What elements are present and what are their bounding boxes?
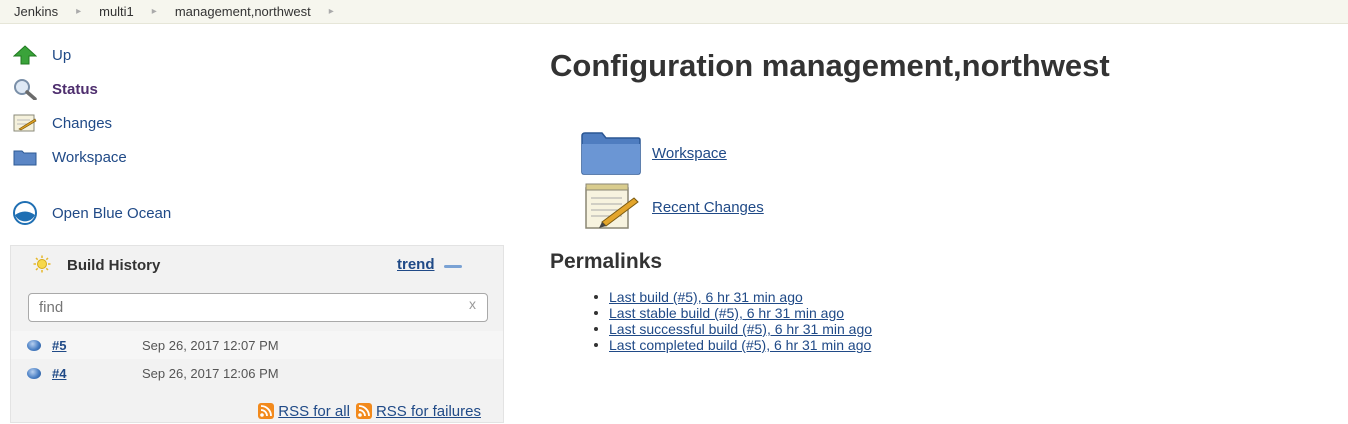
page-title: Configuration management,northwest: [550, 48, 1110, 83]
up-arrow-icon: [12, 43, 38, 67]
build-history-widget: Build History trend x #5 Sep 26, 2017 12…: [10, 245, 504, 423]
breadcrumb-separator[interactable]: ▸: [152, 6, 157, 17]
table-row: #5 Sep 26, 2017 12:07 PM: [11, 331, 503, 359]
build-number-link[interactable]: #5: [52, 338, 66, 353]
permalink-last-successful-build[interactable]: Last successful build (#5), 6 hr 31 min …: [609, 321, 872, 337]
task-status-label: Status: [52, 80, 98, 98]
permalink-last-build[interactable]: Last build (#5), 6 hr 31 min ago: [609, 289, 803, 305]
permalinks-heading: Permalinks: [550, 250, 663, 273]
permalink-last-stable-build[interactable]: Last stable build (#5), 6 hr 31 min ago: [609, 305, 844, 321]
permalinks-list: Last build (#5), 6 hr 31 min ago Last st…: [594, 289, 872, 353]
rss-feed-icon[interactable]: [258, 403, 275, 419]
task-up-label: Up: [52, 46, 72, 64]
search-magnifier-icon: [12, 77, 38, 101]
list-item: Last completed build (#5), 6 hr 31 min a…: [594, 337, 872, 353]
task-workspace[interactable]: Workspace: [12, 140, 272, 174]
recent-changes-link[interactable]: Recent Changes: [578, 182, 764, 232]
task-open-blue-ocean[interactable]: Open Blue Ocean: [12, 196, 272, 230]
permalink-last-completed-build[interactable]: Last completed build (#5), 6 hr 31 min a…: [609, 337, 871, 353]
trend-link[interactable]: trend: [397, 256, 435, 273]
breadcrumb: Jenkins ▸ multi1 ▸ management,northwest …: [0, 0, 1348, 24]
task-status[interactable]: Status: [12, 72, 272, 106]
breadcrumb-separator[interactable]: ▸: [329, 6, 334, 17]
build-number-link[interactable]: #4: [52, 366, 66, 381]
trend-icon[interactable]: [444, 265, 462, 268]
build-date-link[interactable]: Sep 26, 2017 12:06 PM: [142, 366, 279, 381]
task-spacer: [12, 174, 272, 196]
rss-for-all-link[interactable]: RSS for all: [278, 403, 350, 420]
list-item: Last stable build (#5), 6 hr 31 min ago: [594, 305, 872, 321]
notepad-icon: [12, 111, 38, 135]
task-workspace-label: Workspace: [52, 148, 127, 166]
bullet-icon: [594, 343, 598, 347]
breadcrumb-separator[interactable]: ▸: [76, 6, 81, 17]
build-history-search-input[interactable]: [28, 293, 488, 322]
task-changes[interactable]: Changes: [12, 106, 272, 140]
rss-links: RSS for all RSS for failures: [258, 400, 481, 422]
list-item: Last build (#5), 6 hr 31 min ago: [594, 289, 872, 305]
recent-changes-link-label: Recent Changes: [652, 198, 764, 216]
task-changes-label: Changes: [52, 114, 113, 132]
build-status-blue-ball-icon[interactable]: [27, 367, 41, 379]
weather-sun-icon: [33, 255, 51, 276]
rss-feed-icon[interactable]: [355, 403, 372, 419]
task-up[interactable]: Up: [12, 38, 272, 72]
side-panel-tasks: Up Status Changes Workspace Open Blue Oc…: [12, 38, 272, 230]
blue-ocean-icon: [12, 201, 38, 225]
folder-icon: [578, 128, 644, 178]
build-date-link[interactable]: Sep 26, 2017 12:07 PM: [142, 338, 279, 353]
bullet-icon: [594, 295, 598, 299]
workspace-link[interactable]: Workspace: [578, 128, 727, 178]
folder-icon: [12, 145, 38, 169]
bullet-icon: [594, 327, 598, 331]
table-row: #4 Sep 26, 2017 12:06 PM: [11, 359, 503, 387]
rss-for-failures-link[interactable]: RSS for failures: [376, 403, 481, 420]
breadcrumb-multi1[interactable]: multi1: [99, 4, 134, 19]
breadcrumb-jenkins[interactable]: Jenkins: [14, 4, 58, 19]
breadcrumb-configuration[interactable]: management,northwest: [175, 4, 311, 19]
notepad-icon: [578, 182, 644, 232]
workspace-link-label: Workspace: [652, 144, 727, 162]
clear-search-button[interactable]: x: [469, 296, 476, 312]
task-open-blue-ocean-label: Open Blue Ocean: [52, 204, 172, 222]
build-status-blue-ball-icon[interactable]: [27, 339, 41, 351]
build-history-title: Build History: [67, 256, 161, 274]
list-item: Last successful build (#5), 6 hr 31 min …: [594, 321, 872, 337]
bullet-icon: [594, 311, 598, 315]
